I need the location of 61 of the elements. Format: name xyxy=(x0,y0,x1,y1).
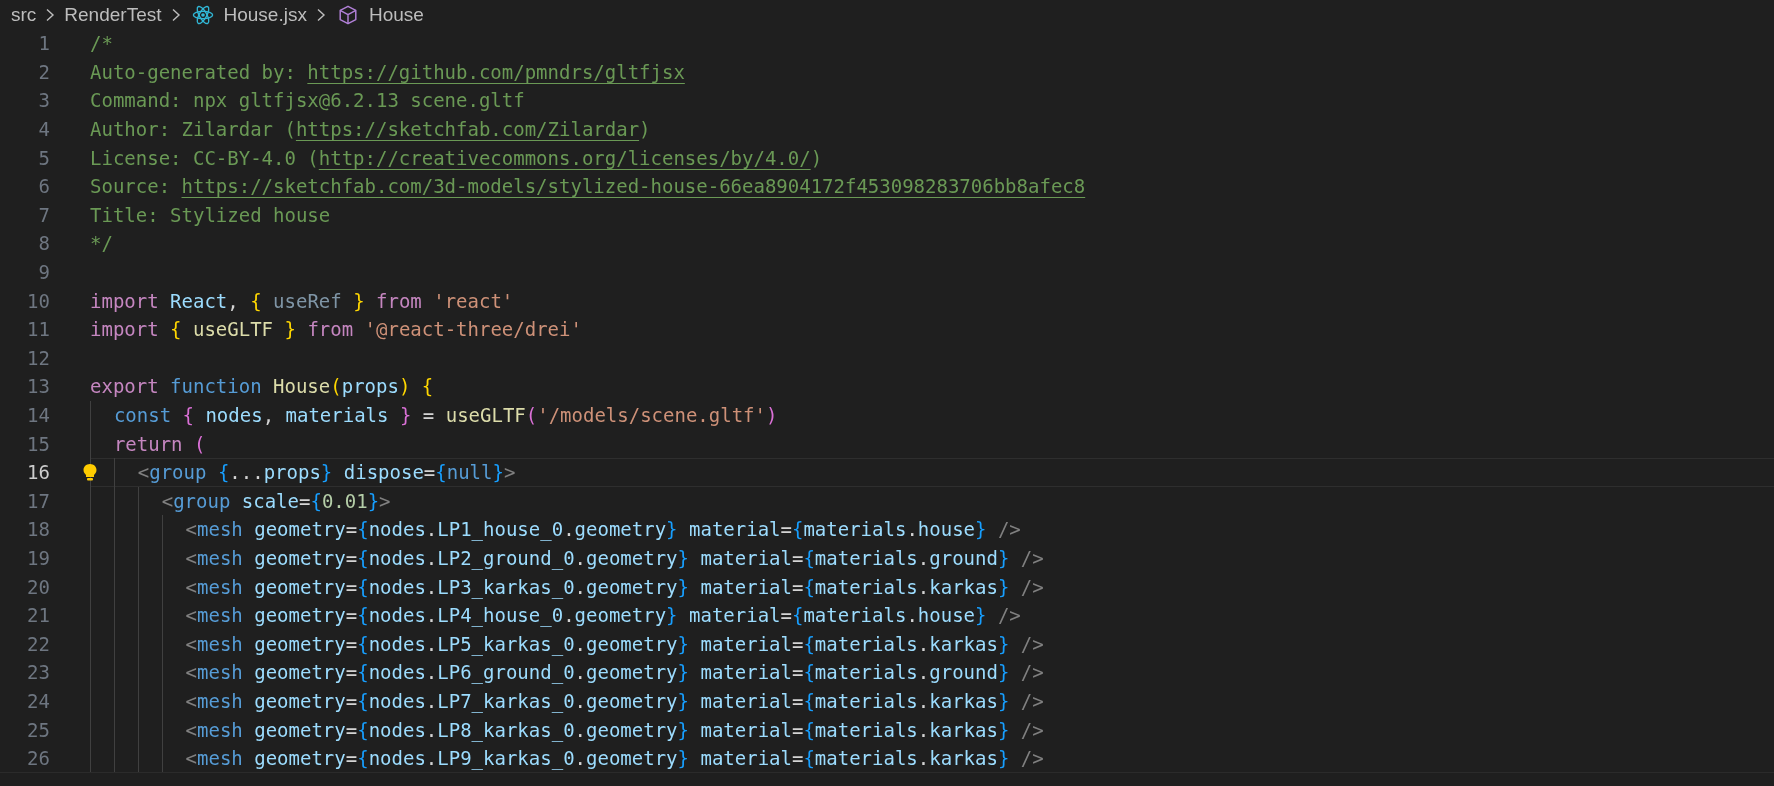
code-line: Title: Stylized house xyxy=(90,203,331,226)
code-line: Source: https://sketchfab.com/3d-models/stylized-house-66ea8904172f453098283706bb8afec8 xyxy=(90,175,1086,198)
code-line: */ xyxy=(90,232,113,255)
code-line: <mesh geometry={nodes.LP3_karkas_0.geometry} material={materials.karkas} /> xyxy=(185,575,1044,598)
code-line: import { useGLTF } from '@react-three/drei' xyxy=(90,318,582,341)
line-number: 26 xyxy=(26,747,50,770)
link[interactable]: https://github.com/pmndrs/gltfjsx xyxy=(307,60,685,83)
code-line: <group scale={0.01}> xyxy=(161,489,391,512)
line-number: 5 xyxy=(37,146,50,169)
line-number: 11 xyxy=(26,318,50,341)
code-line: <mesh geometry={nodes.LP5_karkas_0.geometry} material={materials.karkas} /> xyxy=(185,632,1044,655)
code-line: export function House(props) { xyxy=(90,375,434,398)
line-number: 22 xyxy=(26,632,50,655)
line-number: 17 xyxy=(26,489,50,512)
code-line: const { nodes, materials } = useGLTF('/models/scene.gltf') xyxy=(113,404,778,426)
code-line: Author: Zilardar (https://sketchfab.com/Zilardar) xyxy=(90,118,651,141)
lightbulb-icon[interactable] xyxy=(82,462,98,482)
line-number: 10 xyxy=(26,289,50,312)
link[interactable]: http://creativecommons.org/licenses/by/4.0/ xyxy=(318,146,811,169)
line-number: 6 xyxy=(37,175,50,198)
link[interactable]: https://sketchfab.com/Zilardar xyxy=(295,118,640,141)
line-number: 16 xyxy=(26,461,50,484)
breadcrumb-item[interactable]: RenderTest xyxy=(64,3,162,26)
code-line: <mesh geometry={nodes.LP6_ground_0.geometry} material={materials.ground} /> xyxy=(185,661,1044,684)
code-line: <group {...props} dispose={null}> xyxy=(137,461,516,484)
line-number: 15 xyxy=(26,432,50,455)
line-number: 20 xyxy=(26,575,50,598)
code-line: <mesh geometry={nodes.LP4_house_0.geometry} material={materials.house} /> xyxy=(185,604,1021,627)
line-number: 9 xyxy=(37,261,50,284)
code-line: License: CC-BY-4.0 (http://creativecommons.org/licenses/by/4.0/) xyxy=(90,146,823,169)
breadcrumb-item[interactable]: House xyxy=(368,3,424,26)
breadcrumb-item[interactable]: src xyxy=(11,3,37,26)
line-number: 25 xyxy=(26,718,50,741)
code-line: import React, { useRef } from 'react' xyxy=(90,289,514,312)
line-number: 8 xyxy=(37,232,50,255)
line-number: 13 xyxy=(26,375,50,398)
code-line: <mesh geometry={nodes.LP8_karkas_0.geometry} material={materials.karkas} /> xyxy=(185,718,1044,741)
code-line: <mesh geometry={nodes.LP9_karkas_0.geometry} material={materials.karkas} /> xyxy=(185,747,1044,770)
line-number: 7 xyxy=(37,203,50,226)
line-number: 18 xyxy=(26,518,50,541)
code-line: Auto-generated by: https://github.com/pmndrs/gltfjsx xyxy=(90,60,685,83)
line-number: 4 xyxy=(37,118,50,141)
breadcrumb-item[interactable]: House.jsx xyxy=(223,3,307,26)
code-line: <mesh geometry={nodes.LP1_house_0.geometry} material={materials.house} /> xyxy=(185,518,1021,541)
cube-icon xyxy=(336,3,359,26)
line-number: 14 xyxy=(26,404,50,426)
code-line: Command: npx gltfjsx@6.2.13 scene.gltf xyxy=(90,89,525,112)
line-number: 2 xyxy=(37,60,50,83)
line-number: 19 xyxy=(26,547,50,569)
react-atom-icon xyxy=(191,3,214,26)
line-number: 3 xyxy=(37,89,50,112)
line-number: 12 xyxy=(26,346,50,369)
line-number: 1 xyxy=(37,32,50,55)
code-line: /* xyxy=(90,32,113,55)
link[interactable]: https://sketchfab.com/3d-models/stylized-house-66ea8904172f453098283706bb8afec8 xyxy=(181,175,1086,198)
code-line: <mesh geometry={nodes.LP2_ground_0.geometry} material={materials.ground} /> xyxy=(185,547,1044,569)
line-number: 24 xyxy=(26,689,50,712)
code-line: return ( xyxy=(113,432,206,455)
line-number: 21 xyxy=(26,604,50,627)
code-line: <mesh geometry={nodes.LP7_karkas_0.geometry} material={materials.karkas} /> xyxy=(185,689,1044,712)
line-number: 23 xyxy=(26,661,50,684)
